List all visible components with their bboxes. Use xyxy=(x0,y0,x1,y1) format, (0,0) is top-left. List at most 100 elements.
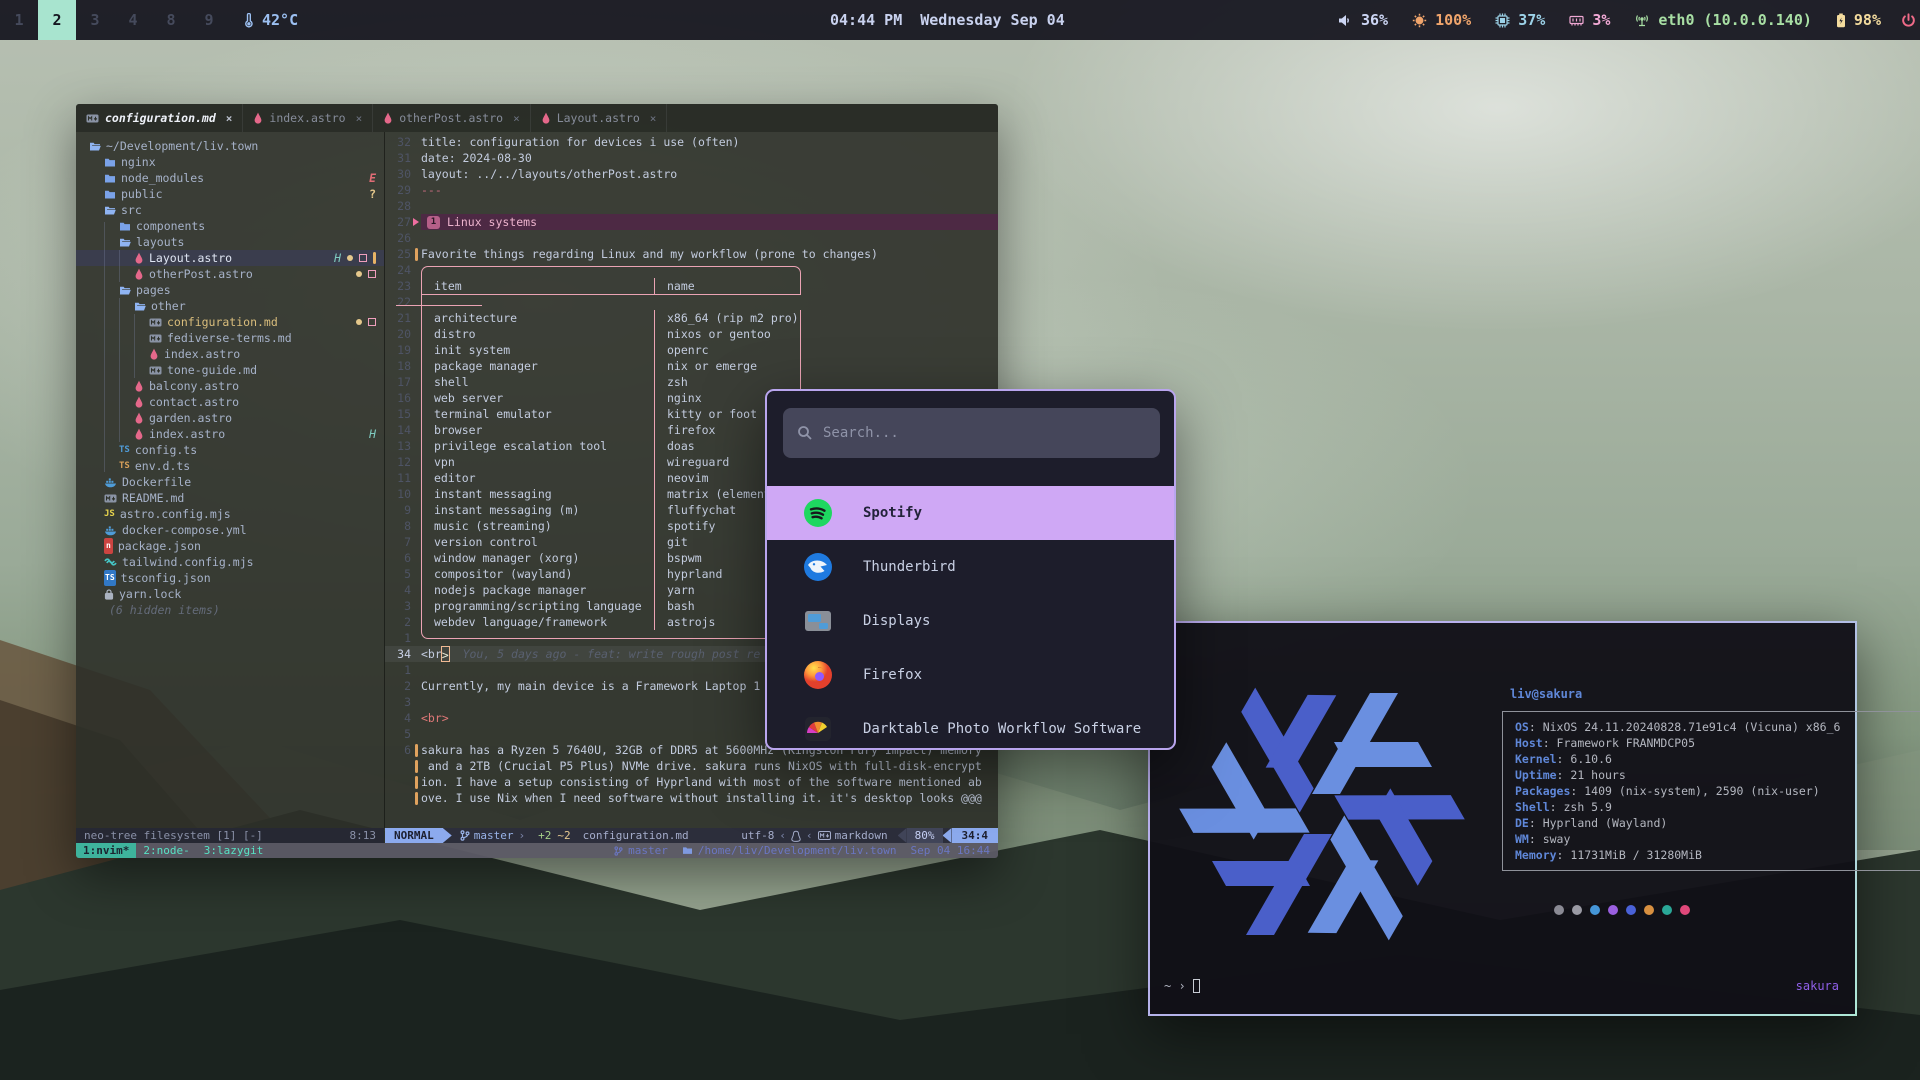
brightness-module[interactable]: 100% xyxy=(1412,11,1471,29)
status-bar: 123489 42°C 04:44 PM Wednesday Sep 04 36… xyxy=(0,0,1920,40)
network-module[interactable]: eth0 (10.0.0.140) xyxy=(1634,11,1812,29)
tmux-window-2node[interactable]: 2:node- xyxy=(136,843,196,858)
tree-item-garden.astro[interactable]: garden.astro xyxy=(76,410,384,426)
tree-item-balcony.astro[interactable]: balcony.astro xyxy=(76,378,384,394)
file-tsc-icon: TS xyxy=(104,570,116,586)
tree-item-fediverse-terms.md[interactable]: fediverse-terms.md xyxy=(76,330,384,346)
thermometer-icon xyxy=(242,13,255,28)
line-number: 19 xyxy=(385,342,411,358)
close-icon[interactable]: × xyxy=(226,112,233,125)
sign-column xyxy=(411,182,421,198)
memory-module[interactable]: 3% xyxy=(1569,11,1610,29)
tree-item-markers: E xyxy=(369,170,376,186)
tree-item-6hiddenitems[interactable]: (6 hidden items) xyxy=(76,602,384,618)
launcher-item-label: Thunderbird xyxy=(863,559,956,575)
memory-value: 3% xyxy=(1592,11,1610,29)
workspace-1[interactable]: 1 xyxy=(0,0,38,40)
file-encoding: utf-8 xyxy=(741,829,774,842)
tree-item-otherPost.astro[interactable]: otherPost.astro xyxy=(76,266,384,282)
tree-item-tone-guide.md[interactable]: tone-guide.md xyxy=(76,362,384,378)
tree-item-index.astro[interactable]: index.astro xyxy=(76,346,384,362)
battery-module[interactable]: 98% xyxy=(1836,11,1881,29)
workspace-8[interactable]: 8 xyxy=(152,0,190,40)
volume-module[interactable]: 36% xyxy=(1338,11,1388,29)
tree-item-label: README.md xyxy=(122,490,184,506)
tree-item-configuration.md[interactable]: configuration.md xyxy=(76,314,384,330)
git-changed-count: ~2 xyxy=(557,829,570,842)
workspace-9[interactable]: 9 xyxy=(190,0,228,40)
tree-item-docker-compose.yml[interactable]: docker-compose.yml xyxy=(76,522,384,538)
cpu-module[interactable]: 37% xyxy=(1495,11,1545,29)
tree-item-README.md[interactable]: README.md xyxy=(76,490,384,506)
launcher-item-Darktable[interactable]: Darktable Photo Workflow Software xyxy=(767,702,1176,750)
tmux-window-1nvim[interactable]: 1:nvim* xyxy=(76,843,136,858)
tree-item-astro.config.mjs[interactable]: JS astro.config.mjs xyxy=(76,506,384,522)
tree-item-Layout.astro[interactable]: Layout.astro H xyxy=(76,250,384,266)
tab-configuration.md[interactable]: configuration.md × xyxy=(76,104,243,132)
darktable-icon xyxy=(803,714,833,744)
launcher-item-Spotify[interactable]: Spotify xyxy=(767,486,1176,540)
sign-column xyxy=(411,134,421,150)
line-number: 3 xyxy=(385,694,411,710)
line-number: 30 xyxy=(385,166,411,182)
tree-item-label: index.astro xyxy=(164,346,240,362)
tree-item-label: fediverse-terms.md xyxy=(167,330,292,346)
fetch-info-row: Packages: 1409 (nix-system), 2590 (nix-u… xyxy=(1515,783,1909,799)
git-branch-name: master xyxy=(474,829,514,842)
launcher-item-Firefox[interactable]: Firefox xyxy=(767,648,1176,702)
launcher-item-Displays[interactable]: Displays xyxy=(767,594,1176,648)
buffer-line: 32 title: configuration for devices i us… xyxy=(385,134,998,150)
tab-index.astro[interactable]: index.astro × xyxy=(243,104,373,132)
file-type: markdown xyxy=(835,829,888,842)
tab-otherPost.astro[interactable]: otherPost.astro × xyxy=(373,104,530,132)
workspace-3[interactable]: 3 xyxy=(76,0,114,40)
file-md-icon xyxy=(149,366,162,375)
tab-Layout.astro[interactable]: Layout.astro × xyxy=(531,104,668,132)
tree-item-label: nginx xyxy=(121,154,156,170)
tree-item-yarn.lock[interactable]: yarn.lock xyxy=(76,586,384,602)
tree-item-pages[interactable]: pages xyxy=(76,282,384,298)
tree-item-Dockerfile[interactable]: Dockerfile xyxy=(76,474,384,490)
sign-column xyxy=(411,422,421,438)
tree-item-public[interactable]: public ? xyxy=(76,186,384,202)
tree-item-index.astro[interactable]: index.astro H xyxy=(76,426,384,442)
tree-item-package.json[interactable]: n package.json xyxy=(76,538,384,554)
statusline-right: utf-8 ‹ ‹ markdown 80% 34:4 xyxy=(741,828,998,843)
line-number: 29 xyxy=(385,182,411,198)
firefox-icon xyxy=(803,660,833,690)
tree-item-nginx[interactable]: nginx xyxy=(76,154,384,170)
tree-item-components[interactable]: components xyxy=(76,218,384,234)
tree-item-tailwind.config.mjs[interactable]: tailwind.config.mjs xyxy=(76,554,384,570)
tree-item-src[interactable]: src xyxy=(76,202,384,218)
workspace-2[interactable]: 2 xyxy=(38,0,76,40)
workspace-4[interactable]: 4 xyxy=(114,0,152,40)
tree-item-markers: H xyxy=(369,426,376,442)
tree-item-layouts[interactable]: layouts xyxy=(76,234,384,250)
close-icon[interactable]: × xyxy=(356,112,363,125)
table-row: webdev language/frameworkastrojs xyxy=(421,614,801,630)
sign-column xyxy=(411,662,421,678)
file-docker-icon xyxy=(104,477,117,488)
launcher-item-Thunderbird[interactable]: Thunderbird xyxy=(767,540,1176,594)
battery-value: 98% xyxy=(1854,11,1881,29)
tree-item-other[interactable]: other xyxy=(76,298,384,314)
launcher-search-box[interactable] xyxy=(783,408,1160,458)
tree-item-tsconfig.json[interactable]: TS tsconfig.json xyxy=(76,570,384,586)
tree-item-Developmentliv.town[interactable]: ~/Development/liv.town xyxy=(76,138,384,154)
tree-item-nodemodules[interactable]: node_modules E xyxy=(76,170,384,186)
tree-item-config.ts[interactable]: TS config.ts xyxy=(76,442,384,458)
close-icon[interactable]: × xyxy=(650,112,657,125)
workspace-switcher: 123489 xyxy=(0,0,228,40)
power-button[interactable] xyxy=(1897,13,1920,28)
linux-penguin-icon xyxy=(791,830,801,842)
sign-column xyxy=(411,374,421,390)
close-icon[interactable]: × xyxy=(513,112,520,125)
tree-item-env.d.ts[interactable]: TS env.d.ts xyxy=(76,458,384,474)
buffer-line: 30 layout: ../../layouts/otherPost.astro xyxy=(385,166,998,182)
sign-column xyxy=(411,550,421,566)
tree-item-contact.astro[interactable]: contact.astro xyxy=(76,394,384,410)
terminal-cursor xyxy=(1193,979,1200,993)
sign-column xyxy=(411,646,421,662)
search-input[interactable] xyxy=(823,425,1123,441)
tmux-window-3lazygit[interactable]: 3:lazygit xyxy=(197,843,271,858)
